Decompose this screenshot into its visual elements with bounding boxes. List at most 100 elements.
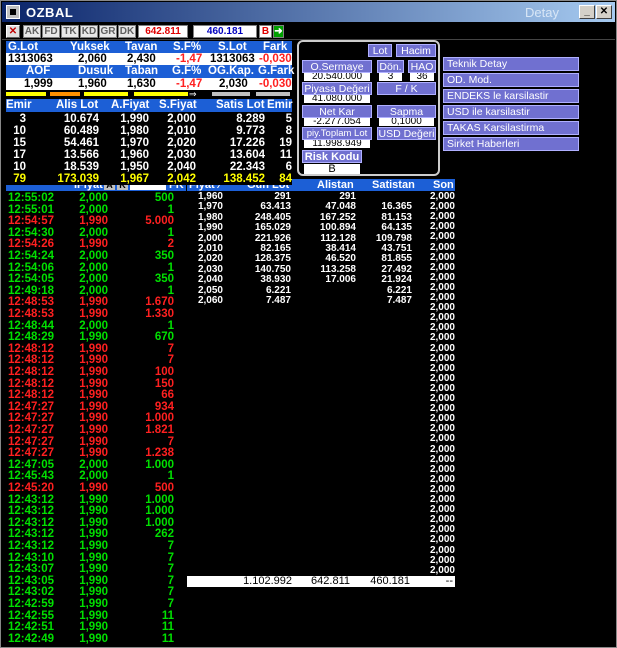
trade-price: 1,990 bbox=[79, 331, 108, 344]
trade-row[interactable]: 12:45:20 1,990 500 bbox=[6, 482, 176, 494]
trade-row[interactable]: 12:43:05 1,990 7 bbox=[6, 575, 176, 587]
emir-sell-header: Emir bbox=[267, 99, 293, 111]
trade-row[interactable]: 12:49:18 2,000 1 bbox=[6, 285, 176, 297]
hacim-button[interactable]: Hacim bbox=[396, 44, 436, 57]
son-cell: 2,000 bbox=[429, 443, 455, 455]
system-menu-icon[interactable] bbox=[6, 5, 20, 19]
trade-row[interactable]: 12:43:12 1,990 7 bbox=[6, 540, 176, 552]
trade-row[interactable]: 12:43:12 1,990 1.000 bbox=[6, 505, 176, 517]
trade-row[interactable]: 12:55:02 2,000 500 bbox=[6, 192, 176, 204]
trade-row[interactable]: 12:54:06 2,000 1 bbox=[6, 262, 176, 274]
orderbook-cell: 17 bbox=[13, 149, 26, 161]
alis-lot-header: Alis Lot bbox=[56, 99, 99, 111]
trade-row[interactable]: 12:48:12 1,990 150 bbox=[6, 378, 176, 390]
orderbook-row[interactable]: 15 54.461 1,970 2,020 17.226 19 bbox=[6, 137, 292, 149]
trade-row[interactable]: 12:47:05 2,000 1.000 bbox=[6, 459, 176, 471]
trade-row[interactable]: 12:47:27 1,990 1.821 bbox=[6, 424, 176, 436]
trade-row[interactable]: 12:45:43 2,000 1 bbox=[6, 470, 176, 482]
trade-price: 1,990 bbox=[79, 574, 108, 587]
hao-label: HAO bbox=[408, 60, 436, 73]
trade-row[interactable]: 12:47:27 1,990 934 bbox=[6, 401, 176, 413]
trade-row[interactable]: 12:48:12 1,990 66 bbox=[6, 389, 176, 401]
trade-time: 12:54:05 bbox=[8, 273, 55, 286]
orderbook-cell: 17.226 bbox=[229, 137, 265, 149]
menu-item[interactable]: USD ile karsilastir bbox=[443, 105, 579, 119]
lot-button[interactable]: Lot bbox=[368, 44, 392, 57]
trade-row[interactable]: 12:43:12 1,990 1.000 bbox=[6, 517, 176, 529]
trade-row[interactable]: 12:54:57 1,990 5.000 bbox=[6, 215, 176, 227]
trade-row[interactable]: 12:42:51 1,990 11 bbox=[6, 621, 176, 633]
trade-row[interactable]: 12:43:12 1,990 1.000 bbox=[6, 494, 176, 506]
trade-row[interactable]: 12:47:27 1,990 1.238 bbox=[6, 447, 176, 459]
orderbook-row[interactable]: 10 60.489 1,980 2,010 9.773 8 bbox=[6, 125, 292, 137]
trade-time: 12:43:02 bbox=[8, 586, 55, 599]
trade-row[interactable]: 12:43:12 1,990 262 bbox=[6, 528, 176, 540]
orderbook-row[interactable]: 17 13.566 1,960 2,030 13.604 11 bbox=[6, 149, 292, 161]
trade-row[interactable]: 12:47:27 1,990 1.000 bbox=[6, 412, 176, 424]
trade-row[interactable]: 12:43:10 1,990 7 bbox=[6, 552, 176, 564]
distribution-cell: 128.375 bbox=[254, 253, 291, 265]
menu-item[interactable]: OD. Mod. bbox=[443, 73, 579, 87]
dk-button[interactable]: DK bbox=[118, 25, 136, 38]
trade-row[interactable]: 12:54:26 1,990 2 bbox=[6, 238, 176, 250]
ak-button[interactable]: AK bbox=[23, 25, 41, 38]
menu-item[interactable]: Teknik Detay bbox=[443, 57, 579, 71]
trade-row[interactable]: 12:48:29 1,990 670 bbox=[6, 331, 176, 343]
distribution-cell: 64.135 bbox=[381, 222, 412, 234]
trade-time: 12:43:12 bbox=[8, 516, 55, 529]
gr-button[interactable]: GR bbox=[99, 25, 117, 38]
orderbook-total-row[interactable]: 79 173.039 1,967 2,042 138.452 84 bbox=[6, 173, 292, 185]
trade-row[interactable]: 12:42:55 1,990 11 bbox=[6, 610, 176, 622]
trade-time: 12:48:12 bbox=[8, 366, 55, 378]
trade-row[interactable]: 12:43:07 1,990 7 bbox=[6, 563, 176, 575]
trade-row[interactable]: 12:48:44 2,000 1 bbox=[6, 320, 176, 332]
trade-row[interactable]: 12:42:49 1,990 11 bbox=[6, 633, 176, 645]
menu-item[interactable]: Sirket Haberleri bbox=[443, 137, 579, 151]
trade-row[interactable]: 12:47:27 1,990 7 bbox=[6, 436, 176, 448]
trade-row[interactable]: 12:54:05 2,000 350 bbox=[6, 273, 176, 285]
trade-price: 1,990 bbox=[79, 563, 108, 576]
trade-lot: 1.670 bbox=[145, 296, 174, 309]
arrow-right-icon[interactable]: ➜ bbox=[273, 25, 284, 38]
distribution-totals: 1.102.992 642.811 460.181 -- bbox=[187, 576, 455, 587]
trade-row[interactable]: 12:43:02 1,990 7 bbox=[6, 586, 176, 598]
summary-values-row1: 1313063 2,060 2,430 -1,47 1313063 -0,030 bbox=[6, 53, 292, 65]
close-button[interactable]: ✕ bbox=[596, 5, 612, 19]
trade-row[interactable]: 12:54:30 2,000 1 bbox=[6, 227, 176, 239]
trade-price: 2,000 bbox=[79, 470, 108, 483]
trade-row[interactable]: 12:48:12 1,990 7 bbox=[6, 354, 176, 366]
trade-lot: 7 bbox=[167, 540, 174, 552]
dusuk-header: Dusuk bbox=[78, 65, 114, 77]
trade-lot: 1.821 bbox=[145, 424, 174, 436]
title-bar[interactable]: OZBAL Detay _ ✕ bbox=[2, 2, 615, 22]
trade-time: 12:48:29 bbox=[8, 331, 55, 344]
orderbook-row[interactable]: 10 18.539 1,950 2,040 22.343 6 bbox=[6, 161, 292, 173]
trade-price: 1,990 bbox=[79, 238, 108, 251]
kd-button[interactable]: KD bbox=[80, 25, 98, 38]
orderbook-row[interactable]: 3 10.674 1,990 2,000 8.289 5 bbox=[6, 113, 292, 125]
close-tab-icon[interactable]: ✕ bbox=[6, 25, 20, 38]
b-button[interactable]: B bbox=[259, 25, 272, 38]
trade-row[interactable]: 12:54:24 2,000 350 bbox=[6, 250, 176, 262]
trade-row[interactable]: 12:48:12 1,990 100 bbox=[6, 366, 176, 378]
orderbook-cell: 60.489 bbox=[63, 125, 99, 137]
trade-lot: 7 bbox=[167, 563, 174, 576]
trade-row[interactable]: 12:42:59 1,990 7 bbox=[6, 598, 176, 610]
menu-item[interactable]: ENDEKS le karsilastir bbox=[443, 89, 579, 103]
trade-row[interactable]: 12:48:53 1,990 1.670 bbox=[6, 296, 176, 308]
trade-row[interactable]: 12:48:53 1,990 1.330 bbox=[6, 308, 176, 320]
trade-row[interactable]: 12:48:12 1,990 7 bbox=[6, 343, 176, 355]
distribution-cell: 2,040 bbox=[197, 274, 223, 286]
menu-item[interactable]: TAKAS Karsilastirma bbox=[443, 121, 579, 135]
son-cell: 2,000 bbox=[429, 241, 455, 253]
minimize-button[interactable]: _ bbox=[579, 5, 595, 19]
trade-lot: 7 bbox=[167, 551, 174, 564]
tk-button[interactable]: TK bbox=[61, 25, 79, 38]
trade-lot: 934 bbox=[154, 400, 174, 413]
trade-row[interactable]: 12:55:01 2,000 1 bbox=[6, 204, 176, 216]
trade-lot: 1 bbox=[167, 470, 174, 483]
arrow-icon: ⇒ bbox=[189, 89, 197, 99]
fd-button[interactable]: FD bbox=[42, 25, 60, 38]
netkar-label: Net Kar bbox=[302, 105, 372, 118]
son-cell: 2,000 bbox=[429, 534, 455, 546]
